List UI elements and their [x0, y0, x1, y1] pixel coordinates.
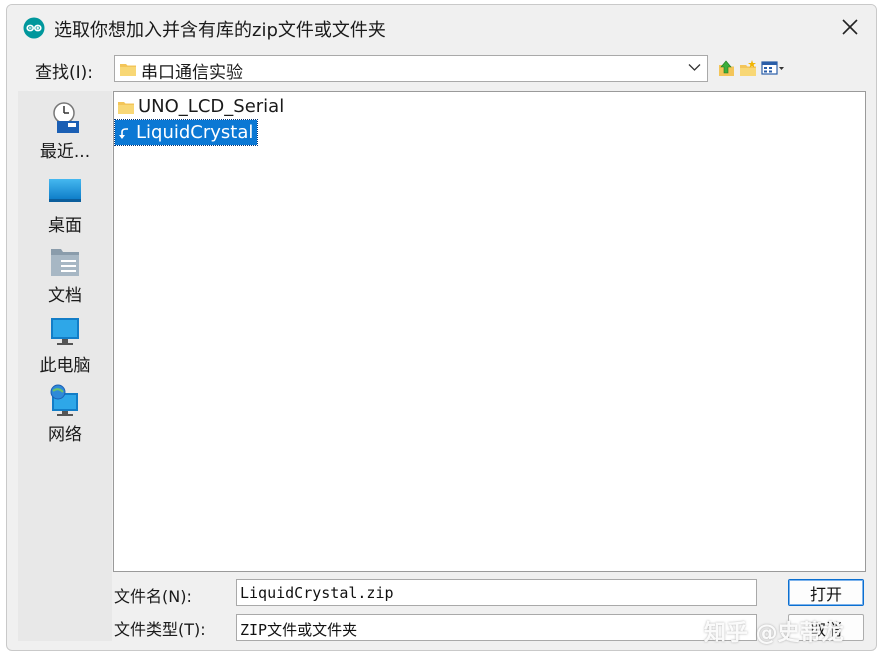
- computer-icon: [51, 318, 79, 345]
- file-list[interactable]: UNO_LCD_Serial LiquidCrystal: [113, 91, 866, 572]
- place-recent[interactable]: 最近...: [18, 101, 112, 162]
- view-menu-icon[interactable]: [761, 59, 785, 77]
- open-button[interactable]: 打开: [788, 579, 864, 606]
- chevron-down-icon: [688, 64, 701, 71]
- file-name: UNO_LCD_Serial: [138, 96, 285, 117]
- places-sidebar: 最近... 桌面 文档 此电脑 网络: [18, 91, 112, 641]
- place-documents[interactable]: 文档: [18, 245, 112, 306]
- current-path: 串口通信实验: [141, 63, 243, 83]
- place-label: 文档: [48, 286, 82, 306]
- look-in-label: 查找(I):: [35, 63, 94, 83]
- close-icon: [842, 19, 858, 35]
- title-bar[interactable]: 选取你想加入并含有库的zip文件或文件夹: [7, 5, 876, 49]
- close-button[interactable]: [832, 9, 868, 45]
- list-item[interactable]: UNO_LCD_Serial: [115, 94, 288, 119]
- place-label: 此电脑: [39, 356, 91, 376]
- new-folder-icon[interactable]: [739, 59, 757, 77]
- network-icon: [50, 384, 78, 416]
- recent-icon: [53, 102, 79, 133]
- documents-icon: [51, 249, 79, 276]
- filetype-label: 文件类型(T):: [114, 620, 206, 639]
- folder-icon: [118, 101, 134, 114]
- watermark: 知乎 @史蒂龙: [704, 621, 844, 646]
- arduino-logo-icon: [23, 17, 45, 39]
- place-label: 桌面: [48, 216, 82, 236]
- look-in-combobox[interactable]: 串口通信实验: [114, 55, 708, 83]
- folder-icon: [120, 64, 136, 76]
- filename-label: 文件名(N):: [114, 587, 192, 606]
- shortcut-arrow-icon: [119, 127, 128, 139]
- list-item[interactable]: LiquidCrystal: [113, 119, 259, 146]
- file-chooser-dialog: 选取你想加入并含有库的zip文件或文件夹 查找(I): 串口通信实验 最近...…: [6, 4, 877, 651]
- file-name: LiquidCrystal: [136, 122, 254, 143]
- filetype-select[interactable]: ZIP文件或文件夹: [236, 614, 757, 641]
- dialog-title: 选取你想加入并含有库的zip文件或文件夹: [54, 20, 386, 41]
- place-label: 网络: [48, 425, 82, 445]
- desktop-icon: [49, 179, 81, 202]
- up-folder-icon[interactable]: [718, 59, 736, 77]
- place-network[interactable]: 网络: [18, 384, 112, 445]
- filename-input[interactable]: LiquidCrystal.zip: [236, 579, 757, 606]
- place-this-pc[interactable]: 此电脑: [18, 315, 112, 376]
- place-desktop[interactable]: 桌面: [18, 175, 112, 236]
- place-label: 最近...: [39, 142, 91, 162]
